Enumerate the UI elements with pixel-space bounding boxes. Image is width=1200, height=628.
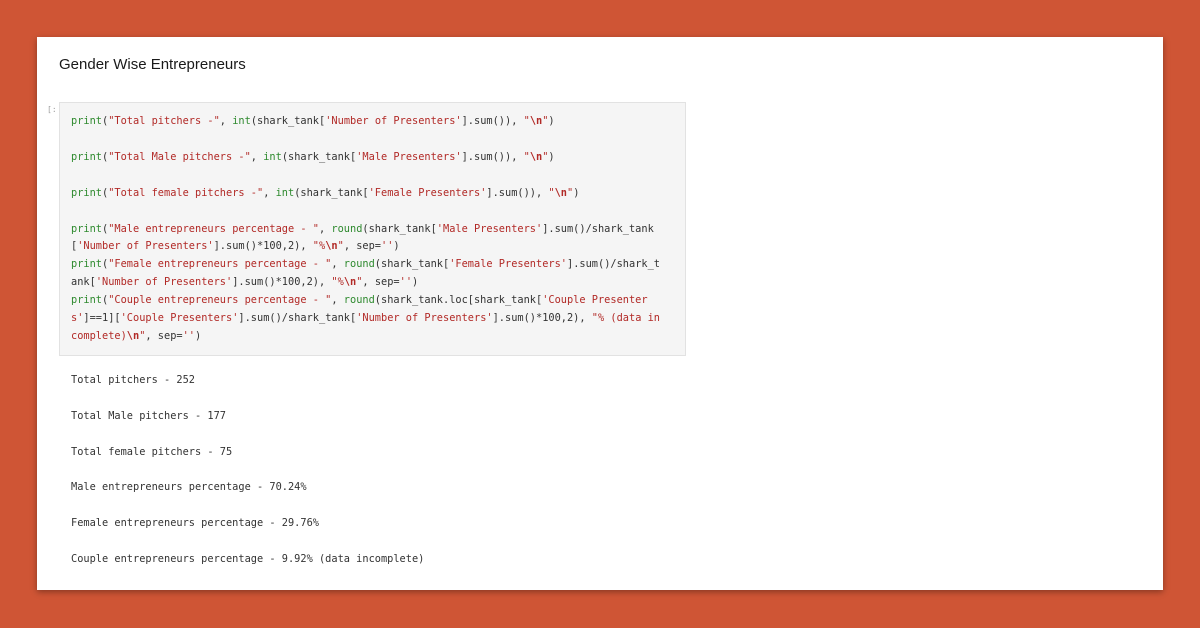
output-line: Female entrepreneurs percentage - 29.76% [71, 517, 319, 529]
code-cell[interactable]: print("Total pitchers -", int(shark_tank… [59, 102, 686, 356]
cell-prompt: [: [47, 105, 57, 114]
output-line: Male entrepreneurs percentage - 70.24% [71, 481, 307, 493]
output-line: Total Male pitchers - 177 [71, 410, 226, 422]
notebook-panel: Gender Wise Entrepreneurs [: print("Tota… [37, 37, 1163, 590]
code-line: print("Total Male pitchers -", int(shark… [71, 151, 555, 163]
output-line: Total female pitchers - 75 [71, 446, 233, 458]
output-line: Total pitchers - 252 [71, 374, 195, 386]
code-line: print("Couple entrepreneurs percentage -… [71, 294, 648, 306]
code-line: print("Total female pitchers -", int(sha… [71, 187, 580, 199]
code-line: s']==1]['Couple Presenters'].sum()/shark… [71, 312, 660, 324]
section-heading: Gender Wise Entrepreneurs [59, 56, 246, 73]
code-line: ank['Number of Presenters'].sum()*100,2)… [71, 276, 419, 288]
code-line: ['Number of Presenters'].sum()*100,2), "… [71, 240, 400, 252]
code-line: complete)\n", sep='') [71, 330, 202, 342]
code-line: print("Male entrepreneurs percentage - "… [71, 223, 654, 235]
output-line: Couple entrepreneurs percentage - 9.92% … [71, 553, 425, 565]
code-line: print("Total pitchers -", int(shark_tank… [71, 115, 555, 127]
code-line: print("Female entrepreneurs percentage -… [71, 258, 660, 270]
